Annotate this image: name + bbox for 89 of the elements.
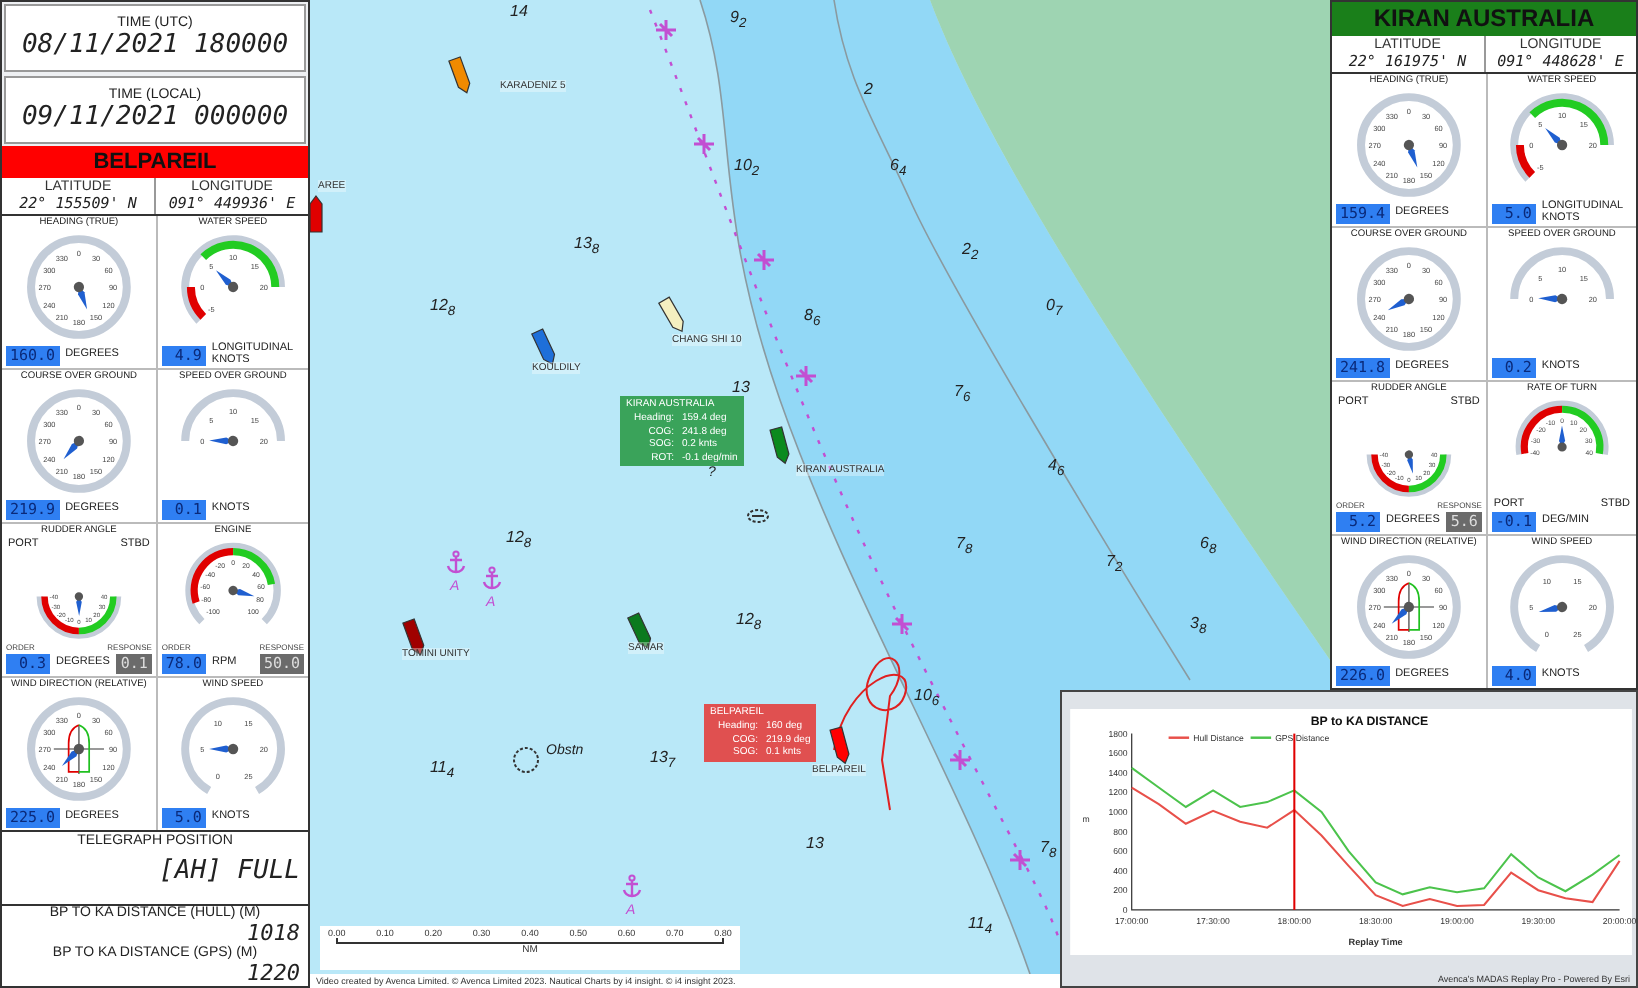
dial-ring xyxy=(1515,400,1609,455)
dial-ring xyxy=(185,542,281,625)
depth-sounding: 2$_{2}$ xyxy=(962,240,979,264)
depth-sounding: 12$_{8}$ xyxy=(506,528,532,552)
ship-icon[interactable] xyxy=(658,296,684,333)
dial-ring xyxy=(1357,247,1461,351)
depth-sounding: 13$_{8}$ xyxy=(574,234,600,258)
ship-icon[interactable] xyxy=(531,328,556,366)
vessel-name: KIRAN AUSTRALIA xyxy=(1332,2,1636,36)
dial-band xyxy=(41,596,80,635)
depth-sounding: 10$_{6}$ xyxy=(914,686,940,710)
gauge-needle xyxy=(208,743,239,755)
dial-band xyxy=(78,596,117,635)
depth-sounding: 8$_{6}$ xyxy=(804,306,821,330)
depth-sounding: 12$_{8}$ xyxy=(430,296,456,320)
depth-sounding: 13 xyxy=(806,834,824,852)
telegraph-value: [AH] FULL xyxy=(159,856,300,886)
buoy-icon xyxy=(794,364,818,388)
depth-sounding: 7$_{6}$ xyxy=(954,382,971,406)
gauge-needle xyxy=(1538,293,1568,305)
time-value: 09/11/2021 000000 xyxy=(21,102,289,132)
dial-ring xyxy=(27,389,131,493)
depth-sounding: 3$_{8}$ xyxy=(1190,614,1207,638)
dial-band xyxy=(1561,405,1604,454)
distance-value: 1220 xyxy=(247,960,300,986)
depth-sounding: 7$_{8}$ xyxy=(1040,838,1057,862)
depth-sounding: 11$_{4}$ xyxy=(430,758,455,782)
dial-ring xyxy=(1510,93,1614,182)
distance-value: 1018 xyxy=(247,920,300,946)
depth-sounding: 7$_{2}$ xyxy=(1106,552,1123,576)
dial-ring xyxy=(181,389,285,442)
dial-band xyxy=(1408,454,1447,493)
gauge-needle xyxy=(1403,139,1418,168)
gauge-needle xyxy=(74,592,84,617)
wreck-icon xyxy=(747,509,769,523)
gauge-needle xyxy=(1557,425,1567,452)
depth-sounding: 11$_{4}$ xyxy=(968,914,993,938)
dial-band xyxy=(1520,405,1563,454)
gauge-needle xyxy=(208,435,239,447)
depth-sounding: 2 xyxy=(864,80,873,98)
depth-sounding: 12$_{8}$ xyxy=(736,610,762,634)
dial-ring xyxy=(1510,247,1614,300)
dial-ring xyxy=(181,235,285,324)
buoy-icon xyxy=(692,132,716,156)
ship-icon[interactable] xyxy=(448,56,471,94)
gauge-needle xyxy=(73,281,88,310)
dial-ring xyxy=(36,596,122,639)
buoy-icon xyxy=(948,748,972,772)
dial-ring xyxy=(181,697,285,794)
depth-sounding: 10$_{2}$ xyxy=(734,156,760,180)
depth-sounding: 13 xyxy=(732,378,750,396)
depth-sounding: 6$_{8}$ xyxy=(1200,534,1217,558)
gauge-needle xyxy=(1538,601,1568,613)
depth-sounding: 7$_{8}$ xyxy=(956,534,973,558)
dial-ring xyxy=(1357,555,1461,659)
depth-sounding: 14 xyxy=(510,2,528,20)
boat-outline-drawing xyxy=(52,724,105,775)
gauge-needle xyxy=(62,743,85,766)
depth-sounding: 9$_{2}$ xyxy=(730,8,747,32)
dial-ring xyxy=(1357,93,1461,197)
anchor-icon xyxy=(446,550,466,574)
gauge-needle xyxy=(1404,450,1414,474)
gauge-needle xyxy=(1387,293,1415,311)
buoy-icon xyxy=(1008,848,1032,872)
dial-band xyxy=(1371,454,1410,493)
gauge-needle xyxy=(1545,128,1568,151)
dial-ring xyxy=(1510,555,1614,652)
gauge-needle xyxy=(215,270,239,293)
depth-sounding: 4$_{6}$ xyxy=(1048,456,1065,480)
ship-icon[interactable] xyxy=(829,726,850,765)
anchor-icon xyxy=(482,566,502,590)
depth-sounding: 0$_{7}$ xyxy=(1046,296,1063,320)
depth-sounding: 13$_{7}$ xyxy=(650,748,676,772)
vessel-name: BELPAREIL xyxy=(2,146,308,178)
gauge-needle xyxy=(63,435,85,460)
buoy-icon xyxy=(654,18,678,42)
obstruction-icon xyxy=(513,747,539,773)
depth-sounding: 6$_{4}$ xyxy=(890,156,907,180)
buoy-icon xyxy=(752,248,776,272)
dial-ring xyxy=(27,235,131,339)
gauge-needle xyxy=(228,585,255,597)
anchor-icon xyxy=(622,874,642,898)
boat-outline-drawing xyxy=(1382,582,1435,633)
dial-ring xyxy=(1366,454,1452,497)
dial-ring xyxy=(27,697,131,801)
gauge-needle xyxy=(1391,601,1415,624)
buoy-icon xyxy=(890,612,914,636)
time-value: 08/11/2021 180000 xyxy=(21,30,289,60)
ship-icon[interactable] xyxy=(769,426,790,465)
